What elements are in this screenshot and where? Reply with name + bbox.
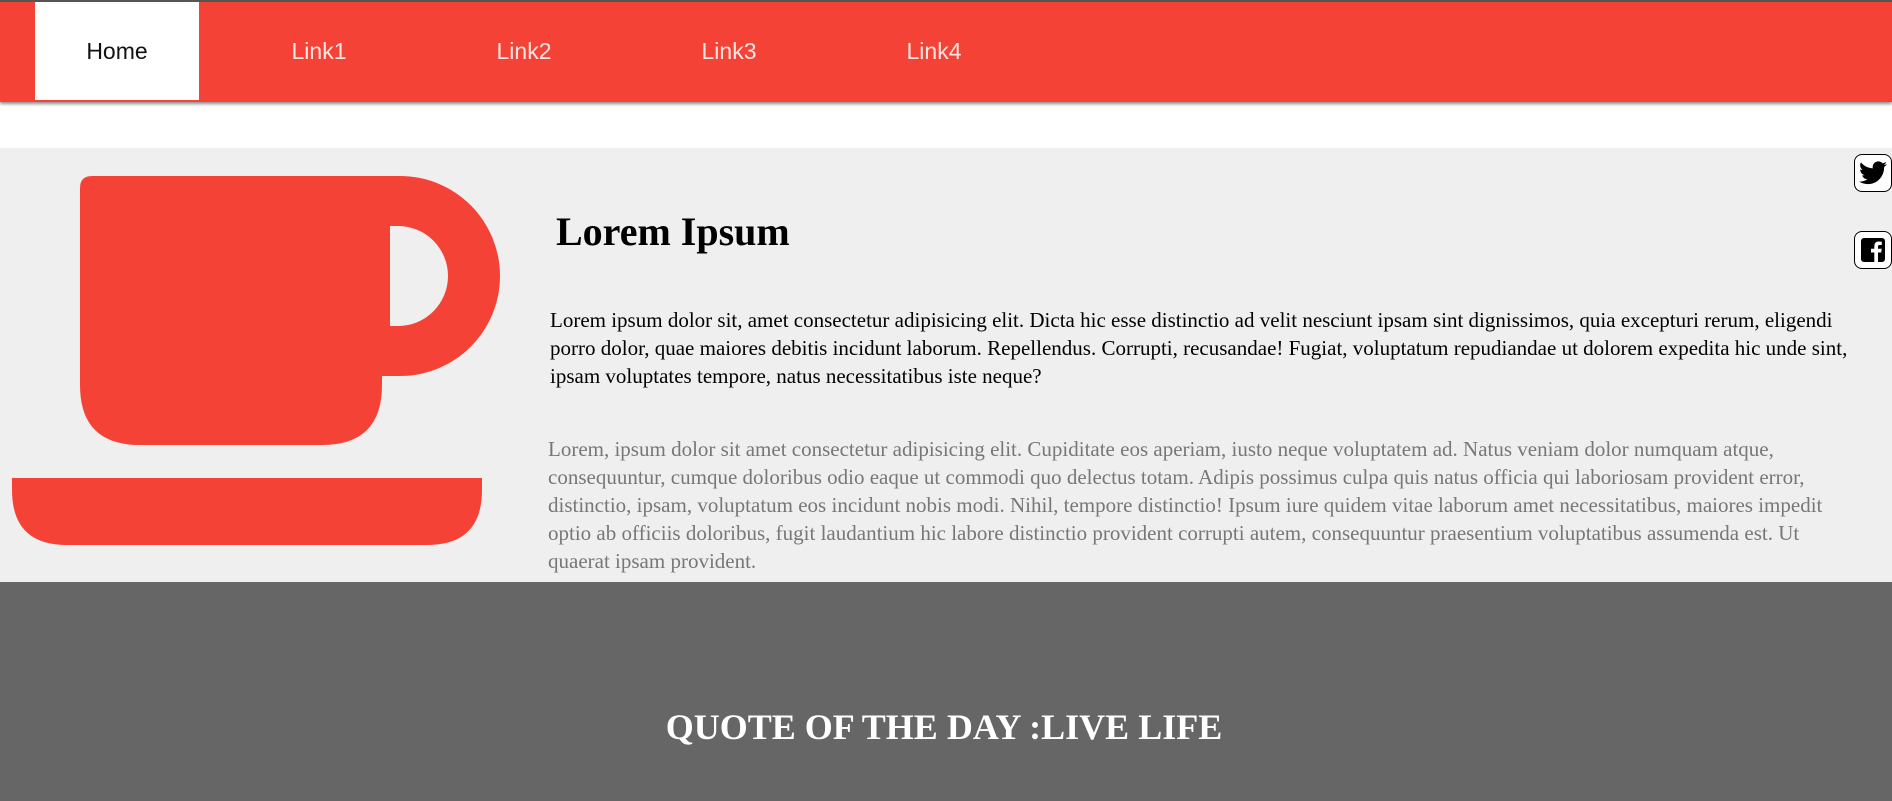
coffee-cup-icon bbox=[12, 176, 500, 545]
facebook-icon bbox=[1861, 238, 1885, 263]
nav-link-link1[interactable]: Link1 bbox=[269, 2, 369, 100]
hero-title: Lorem Ipsum bbox=[556, 209, 790, 254]
nav-link-link4[interactable]: Link4 bbox=[884, 2, 984, 100]
top-navigation-bar: Home Link1 Link2 Link3 Link4 bbox=[0, 0, 1892, 102]
nav-link-home[interactable]: Home bbox=[35, 2, 199, 100]
hero-paragraph-secondary: Lorem, ipsum dolor sit amet consectetur … bbox=[548, 437, 1823, 573]
nav-link-link2[interactable]: Link2 bbox=[474, 2, 574, 100]
hero-paragraph-primary: Lorem ipsum dolor sit, amet consectetur … bbox=[550, 308, 1848, 388]
nav-link-link3[interactable]: Link3 bbox=[679, 2, 779, 100]
facebook-button[interactable] bbox=[1854, 231, 1892, 269]
cup-body bbox=[80, 176, 390, 445]
twitter-button[interactable] bbox=[1854, 154, 1892, 192]
hero-section: Lorem Ipsum Lorem ipsum dolor sit, amet … bbox=[0, 148, 1892, 582]
twitter-icon bbox=[1859, 161, 1887, 185]
quote-footer: QUOTE OF THE DAY :LIVE LIFE bbox=[0, 582, 1892, 801]
cup-saucer bbox=[12, 478, 482, 545]
quote-of-the-day: QUOTE OF THE DAY :LIVE LIFE bbox=[665, 707, 1223, 747]
